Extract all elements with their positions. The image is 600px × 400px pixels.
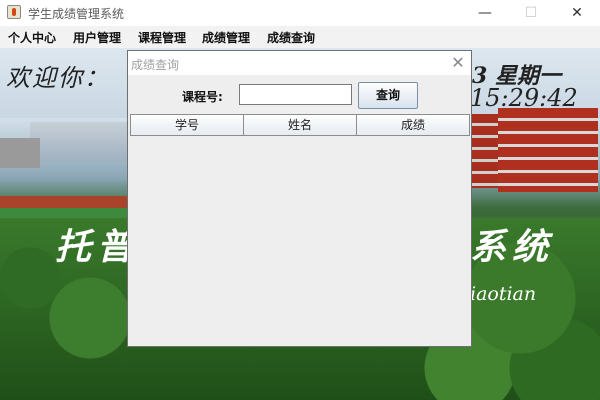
minimize-button[interactable]: — [462,0,508,26]
menu-grade-query[interactable]: 成绩查询 [267,29,315,46]
query-button[interactable]: 查询 [358,82,418,109]
background-red-building [498,108,598,192]
background-red-building-side [472,114,500,188]
time-text: 15:29:42 [470,84,578,112]
window-title: 学生成绩管理系统 [28,7,125,21]
grade-query-dialog: 成绩查询 ✕ 课程号: 查询 学号 姓名 成绩 [127,50,472,347]
menu-course-management[interactable]: 课程管理 [138,29,186,46]
course-number-input[interactable] [239,84,352,105]
menu-grade-management[interactable]: 成绩管理 [202,29,250,46]
course-number-label: 课程号: [182,90,223,104]
dialog-titlebar: 成绩查询 ✕ [128,51,471,75]
menu-personal-center[interactable]: 个人中心 [8,29,56,46]
system-title-right: 系统 [470,226,555,268]
menu-user-management[interactable]: 用户管理 [73,29,121,46]
column-student-id[interactable]: 学号 [130,114,244,136]
table-header: 学号 姓名 成绩 [130,114,470,136]
dialog-close-icon[interactable]: ✕ [446,51,470,75]
column-score[interactable]: 成绩 [357,114,470,136]
grades-table: 学号 姓名 成绩 [130,114,470,344]
java-cup-icon [7,5,21,19]
window-titlebar: 学生成绩管理系统 — ☐ ✕ [0,0,600,26]
background-building-small [0,138,40,168]
dialog-title: 成绩查询 [131,58,180,72]
column-name[interactable]: 姓名 [244,114,357,136]
menu-bar: 个人中心 用户管理 课程管理 成绩管理 成绩查询 [0,26,600,48]
author-text: iaotian [470,283,537,305]
background-buildings [30,122,130,162]
welcome-text: 欢迎你： [6,64,110,92]
maximize-button[interactable]: ☐ [508,0,554,26]
close-window-button[interactable]: ✕ [554,0,600,26]
